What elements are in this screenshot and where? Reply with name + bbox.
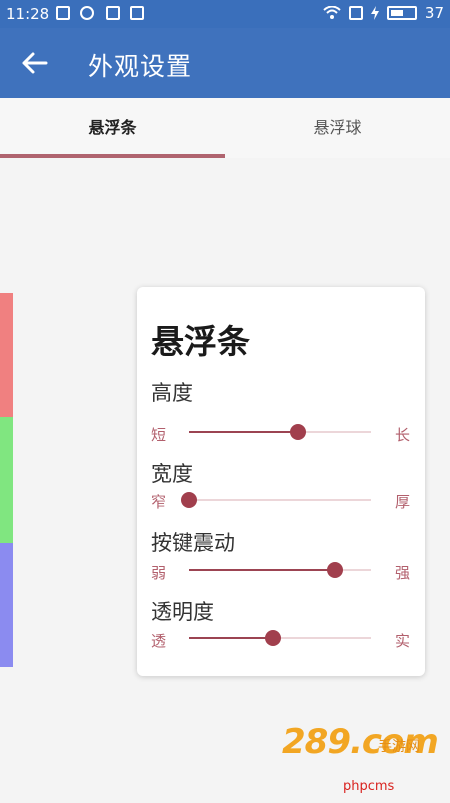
- color-strip-blue: [0, 543, 13, 667]
- battery-icon: [386, 6, 417, 20]
- opacity-slider-fill: [189, 637, 273, 639]
- status-bar: 11:28 37: [0, 0, 450, 28]
- charging-icon: [370, 6, 379, 20]
- opacity-max-label: 实: [395, 632, 411, 650]
- watermark-domain: phpcms: [343, 779, 395, 794]
- opacity-min-label: 透: [151, 632, 167, 650]
- back-arrow-icon: [22, 52, 48, 74]
- settings-card: 悬浮条 高度 短 长 宽度 窄 厚 按键震动 弱 强 透明度 透 实: [137, 287, 425, 676]
- vibration-slider-fill: [189, 569, 335, 571]
- width-slider-thumb[interactable]: [181, 492, 197, 508]
- color-strip-green: [0, 417, 13, 543]
- height-min-label: 短: [151, 426, 167, 444]
- watermark-logo: 289.com 手游网: [282, 722, 439, 768]
- active-tab-indicator: [0, 154, 225, 158]
- height-slider-thumb[interactable]: [290, 424, 307, 440]
- width-max-label: 厚: [395, 493, 411, 511]
- tab-floating-bar[interactable]: 悬浮条: [0, 98, 225, 158]
- vibration-slider-thumb[interactable]: [326, 562, 343, 578]
- height-slider[interactable]: [189, 424, 371, 440]
- width-slider[interactable]: [181, 492, 371, 508]
- vibration-slider[interactable]: [189, 562, 371, 578]
- vibration-min-label: 弱: [151, 564, 167, 582]
- vibration-label: 按键震动: [151, 531, 235, 555]
- width-label: 宽度: [151, 462, 193, 486]
- card-title: 悬浮条: [151, 322, 250, 361]
- mail-notification-icon: [106, 6, 120, 20]
- opacity-label: 透明度: [151, 600, 214, 624]
- height-max-label: 长: [395, 426, 411, 444]
- status-right: 37: [323, 4, 444, 22]
- opacity-slider[interactable]: [189, 630, 371, 646]
- tab-bar: 悬浮条 悬浮球: [0, 98, 450, 158]
- status-time: 11:28: [6, 5, 50, 23]
- mail-notification-icon-2: [130, 6, 144, 20]
- battery-level: 37: [424, 4, 444, 22]
- wifi-icon: [323, 6, 341, 19]
- opacity-slider-thumb[interactable]: [264, 630, 281, 646]
- page-title: 外观设置: [88, 52, 193, 81]
- tab-floating-ball[interactable]: 悬浮球: [225, 98, 450, 158]
- width-min-label: 窄: [151, 493, 167, 511]
- app-bar: 外观设置: [0, 28, 450, 98]
- height-label: 高度: [151, 381, 193, 405]
- screen-icon: [348, 6, 363, 20]
- check-notification-icon: [80, 6, 94, 20]
- gallery-notification-icon: [56, 6, 70, 20]
- vibration-max-label: 强: [395, 564, 411, 582]
- back-button[interactable]: [18, 48, 52, 78]
- color-strip-red: [0, 293, 13, 417]
- height-slider-fill: [189, 431, 299, 433]
- watermark-sub: 手游网: [378, 739, 420, 755]
